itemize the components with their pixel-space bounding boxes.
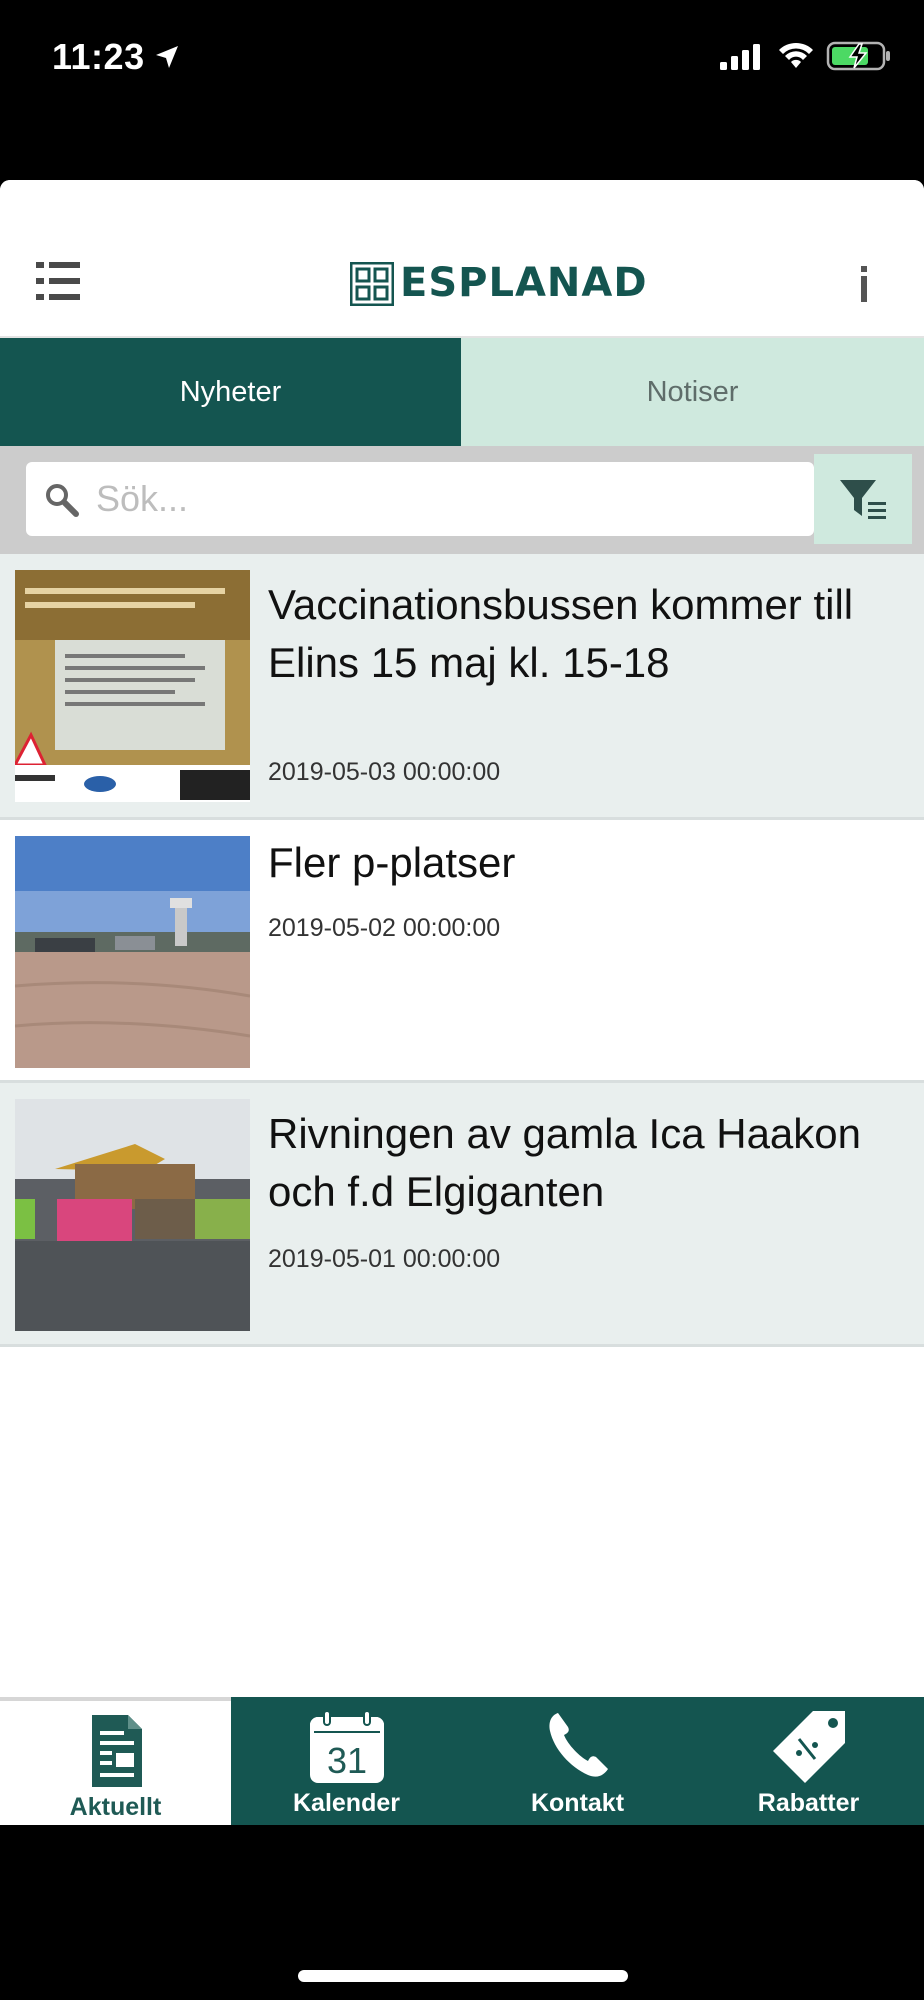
news-thumbnail-image (15, 1099, 250, 1331)
esplanad-logo: ESPLANAD (350, 260, 647, 306)
news-title: Fler p-platser (268, 839, 516, 886)
news-thumbnail-image (15, 570, 250, 802)
calendar-day: 31 (326, 1740, 366, 1781)
status-bar: 11:23 (0, 0, 924, 120)
news-title: Rivningen av gamla Ica Haakon och f.d El… (268, 1110, 862, 1215)
news-date: 2019-05-02 00:00:00 (268, 914, 501, 942)
wifi-icon (779, 42, 813, 68)
tab-label: Nyheter (179, 375, 282, 408)
nav-kontakt[interactable]: Kontakt (462, 1697, 693, 1825)
phone-icon (548, 1713, 608, 1777)
tag-icon (772, 1711, 845, 1783)
filter-icon (840, 480, 886, 519)
nav-label: Rabatter (757, 1789, 860, 1817)
nav-aktuellt[interactable]: Aktuellt (0, 1697, 231, 1825)
news-item[interactable]: Vaccinationsbussen kommer till Elins 15 … (0, 554, 924, 820)
status-time: 11:23 (52, 36, 145, 77)
location-arrow-icon (156, 46, 178, 68)
news-list: Vaccinationsbussen kommer till Elins 15 … (0, 554, 924, 1347)
news-date: 2019-05-03 00:00:00 (268, 758, 501, 786)
tab-notiser[interactable]: Notiser (461, 338, 924, 446)
news-date: 2019-05-01 00:00:00 (268, 1245, 501, 1273)
news-item[interactable]: Rivningen av gamla Ica Haakon och f.d El… (0, 1083, 924, 1347)
nav-label: Aktuellt (69, 1793, 162, 1821)
app-screen: ESPLANAD Nyheter Notiser Sök... Vaccinat… (0, 180, 924, 1825)
tab-label: Notiser (646, 375, 739, 408)
tab-nyheter[interactable]: Nyheter (0, 338, 461, 446)
cellular-signal-icon (720, 44, 760, 70)
menu-list-icon[interactable] (36, 260, 80, 302)
nav-kalender[interactable]: 31 Kalender (231, 1697, 462, 1825)
logo-mark-icon (350, 262, 394, 306)
calendar-icon: 31 (309, 1710, 384, 1783)
nav-label: Kontakt (530, 1789, 625, 1817)
nav-rabatter[interactable]: Rabatter (693, 1697, 924, 1825)
app-header: ESPLANAD (0, 180, 924, 338)
search-input[interactable] (96, 462, 796, 536)
home-indicator[interactable] (298, 1970, 628, 1982)
news-item[interactable]: Fler p-platser 2019-05-02 00:00:00 (0, 820, 924, 1083)
document-icon (91, 1715, 142, 1787)
filter-button[interactable] (814, 454, 912, 544)
bottom-navigation: Aktuellt 31 Kalender Kontakt Rabatter (0, 1697, 924, 1825)
search-field[interactable] (26, 462, 814, 536)
info-icon[interactable] (856, 264, 872, 304)
search-bar (0, 446, 924, 554)
logo-text: ESPLANAD (400, 260, 648, 306)
battery-charging-icon (826, 41, 890, 71)
news-thumbnail-image (15, 836, 250, 1068)
news-tabs: Nyheter Notiser (0, 338, 924, 446)
news-title: Vaccinationsbussen kommer till Elins 15 … (268, 581, 854, 686)
search-icon (46, 484, 79, 517)
nav-label: Kalender (293, 1789, 400, 1817)
